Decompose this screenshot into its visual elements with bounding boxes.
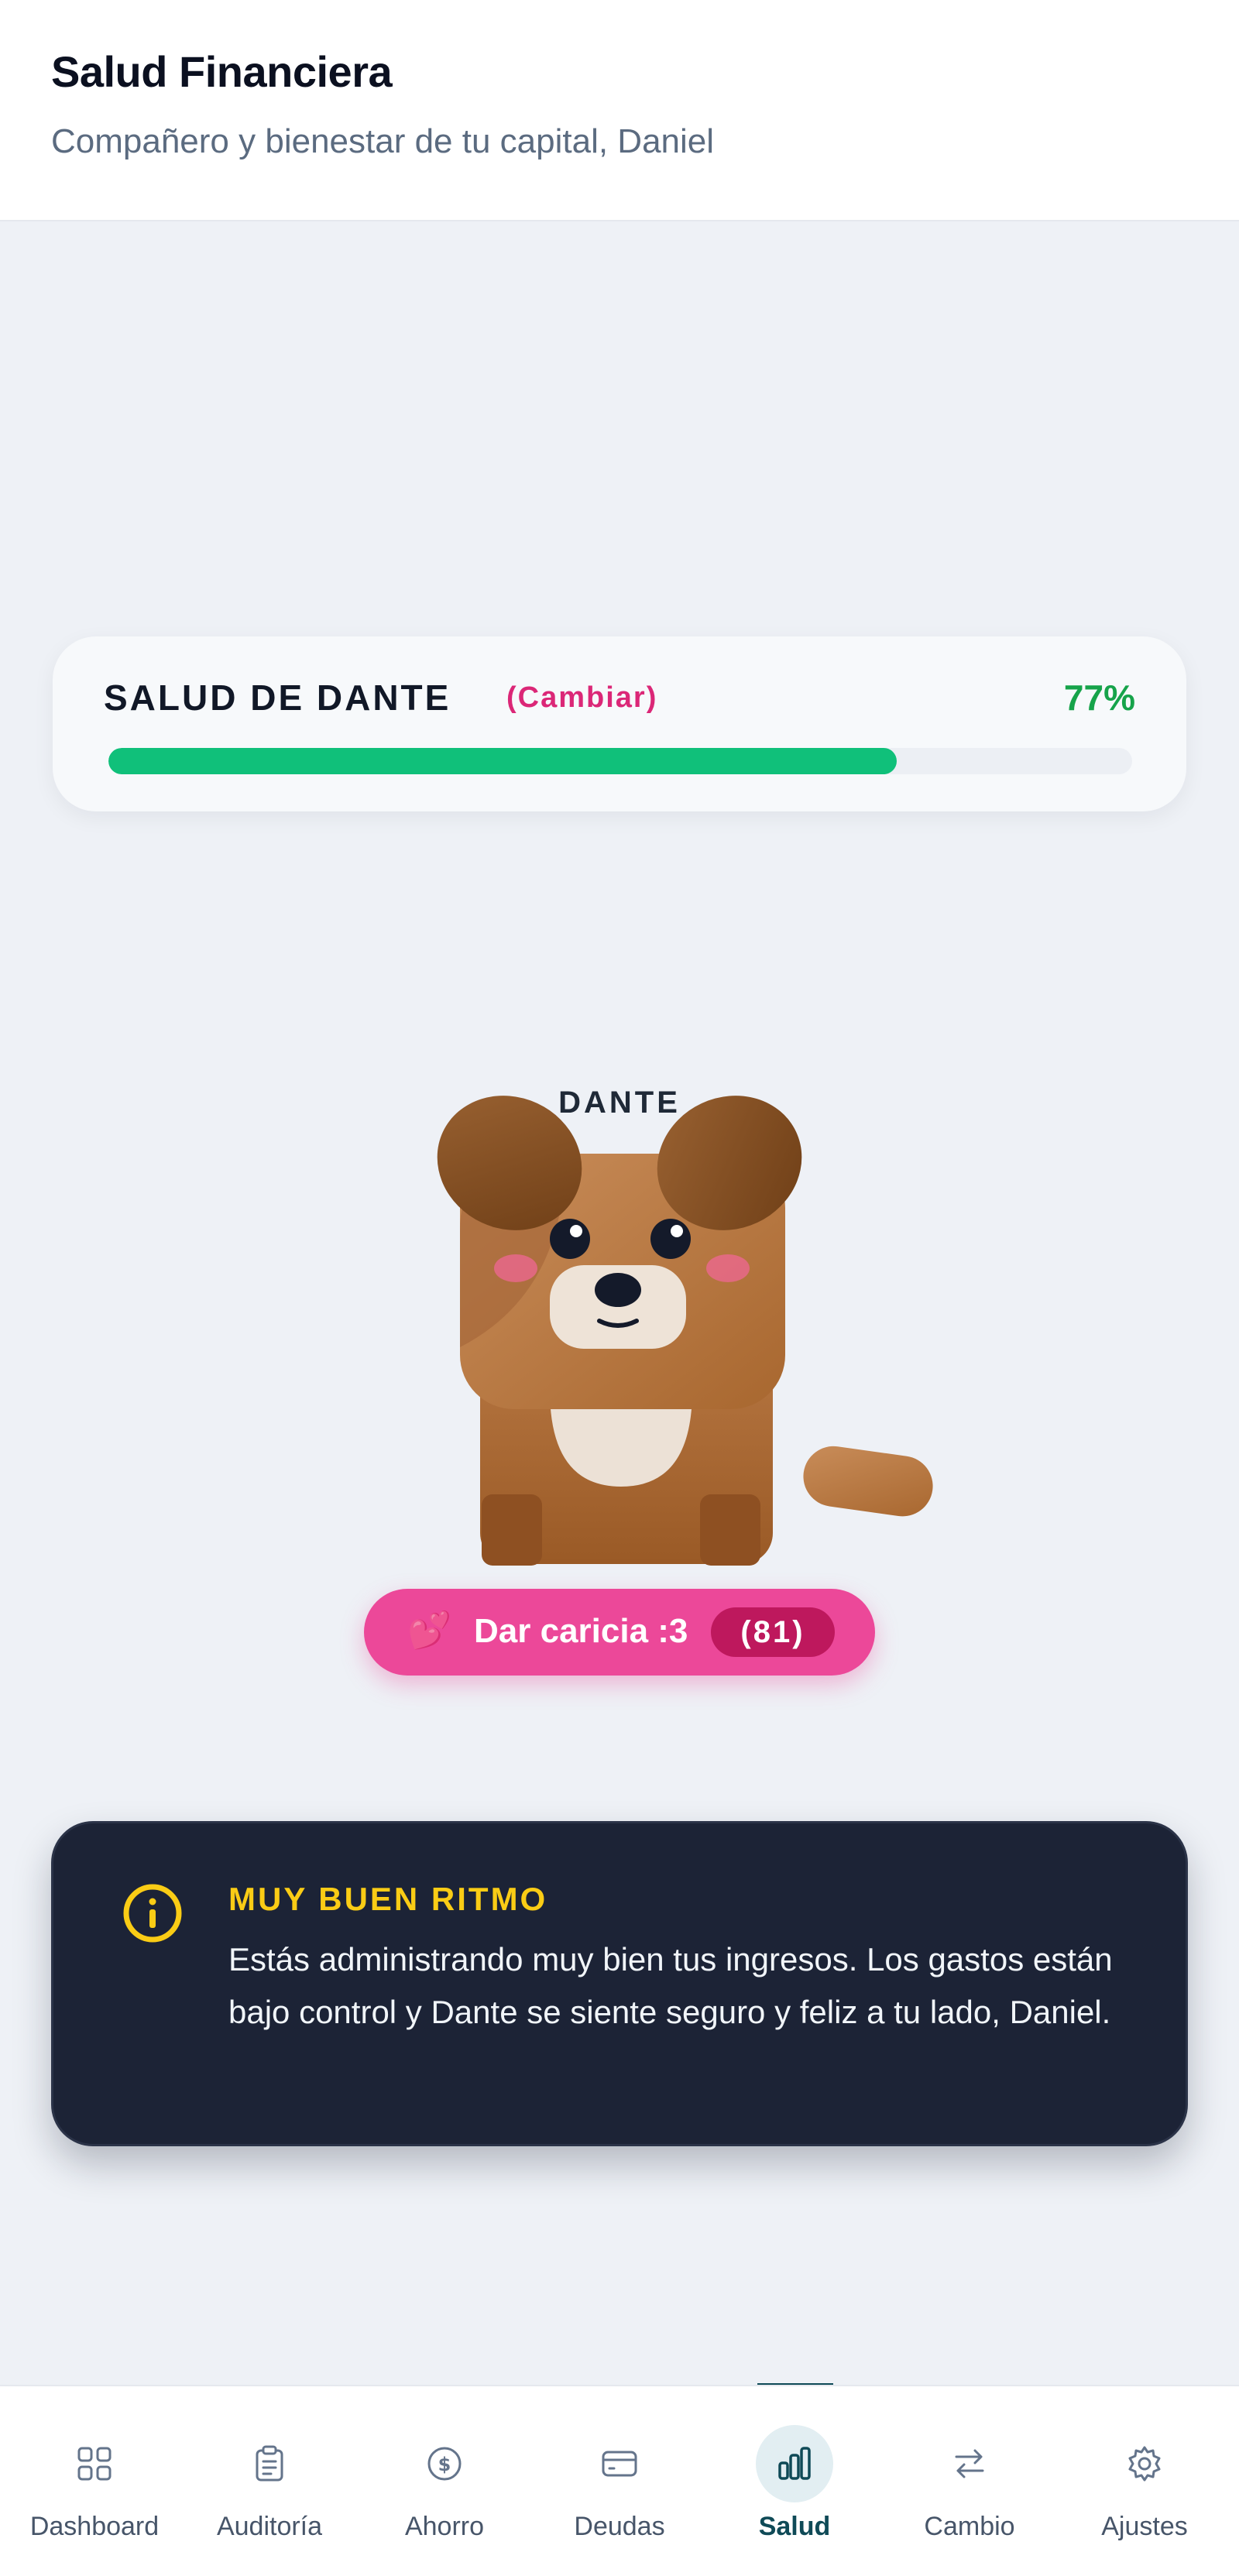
pet-count-badge: (81) [711, 1607, 835, 1657]
nav-label: Ahorro [404, 2512, 485, 2541]
card-icon [602, 2451, 637, 2477]
status-message-card: MUY BUEN RITMO Estás administrando muy b… [51, 1821, 1188, 2146]
health-card: SALUD DE DANTE (Cambiar) 77% [53, 636, 1186, 811]
status-heading: MUY BUEN RITMO [228, 1881, 548, 1917]
nav-item-dashboard[interactable]: Dashboard [9, 2386, 180, 2576]
gear-icon [1128, 2446, 1161, 2482]
swap-icon [955, 2449, 984, 2478]
nav-item-auditoria[interactable]: Auditoría [184, 2386, 355, 2576]
nav-label: Deudas [574, 2512, 665, 2541]
status-body: Estás administrando muy bien tus ingreso… [228, 1941, 1113, 2030]
info-icon [123, 1884, 182, 1943]
hearts-icon: 💕 [407, 1610, 452, 1650]
page-title: Salud Financiera [51, 47, 393, 96]
dog-pet-illustration[interactable] [434, 1092, 945, 1572]
nav-label: Cambio [924, 2512, 1015, 2541]
nav-label: Salud [758, 2512, 831, 2541]
pet-button-label: Dar caricia :3 [474, 1612, 688, 1650]
grid-icon [77, 2447, 112, 2481]
bottom-navigation: Dashboard Auditoría $ Ahorro Deudas Salu… [0, 2385, 1239, 2576]
nav-label: Ajustes [1101, 2512, 1188, 2541]
health-progress-fill [108, 748, 897, 774]
svg-text:$: $ [438, 2454, 451, 2475]
pet-dog-button[interactable]: 💕 Dar caricia :3 (81) [364, 1589, 875, 1676]
bar-chart-icon [778, 2447, 811, 2480]
nav-label: Auditoría [216, 2512, 323, 2541]
nav-item-salud[interactable]: Salud [709, 2386, 880, 2576]
health-percent: 77% [1063, 677, 1135, 718]
app-header: Salud Financiera Compañero y bienestar d… [0, 0, 1239, 221]
nav-item-cambio[interactable]: Cambio [884, 2386, 1055, 2576]
nav-label: Dashboard [29, 2512, 160, 2541]
clipboard-icon [256, 2445, 283, 2482]
dollar-circle-icon: $ [427, 2447, 462, 2481]
nav-item-ajustes[interactable]: Ajustes [1059, 2386, 1230, 2576]
dog-tail [803, 1446, 933, 1517]
nav-item-deudas[interactable]: Deudas [534, 2386, 705, 2576]
health-progress-track [108, 748, 1132, 774]
nav-item-ahorro[interactable]: $ Ahorro [359, 2386, 530, 2576]
page-subtitle: Compañero y bienestar de tu capital, Dan… [51, 122, 715, 160]
change-pet-link[interactable]: (Cambiar) [506, 681, 657, 715]
health-label: SALUD DE DANTE [104, 677, 451, 718]
